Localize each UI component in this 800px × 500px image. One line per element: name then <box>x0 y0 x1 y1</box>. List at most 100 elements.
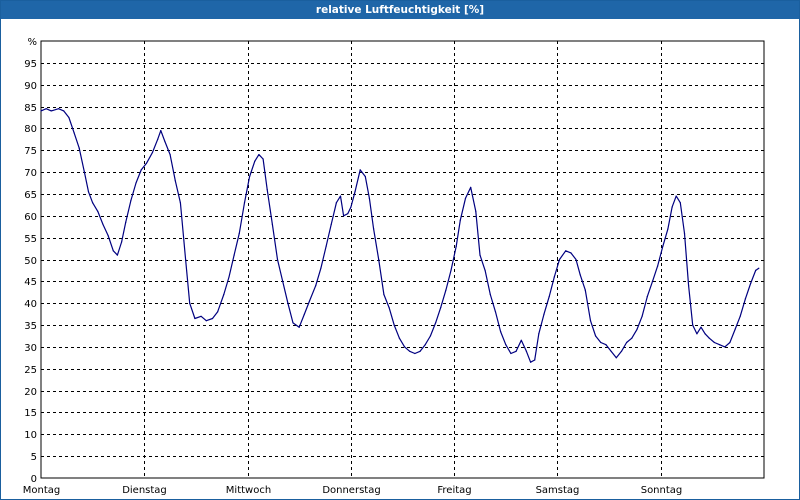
data-point <box>282 280 284 282</box>
data-point <box>692 324 694 326</box>
x-tick-day-label: Samstag <box>536 485 580 496</box>
y-tick-label: 10 <box>24 430 37 441</box>
data-point <box>679 202 681 204</box>
data-point <box>455 245 457 247</box>
data-point <box>589 320 592 322</box>
data-point <box>510 352 512 355</box>
y-tick-label: 90 <box>24 81 37 92</box>
data-point <box>185 258 187 261</box>
data-point <box>445 289 447 291</box>
data-point <box>464 197 467 199</box>
data-point <box>189 302 191 304</box>
data-point <box>160 130 162 132</box>
data-point <box>595 335 597 337</box>
data-point <box>107 234 109 237</box>
data-point <box>543 313 545 315</box>
data-point <box>223 293 225 296</box>
data-point <box>646 296 648 298</box>
data-point <box>515 350 517 352</box>
data-point <box>68 116 70 119</box>
data-point <box>298 326 300 328</box>
data-point <box>335 202 337 204</box>
data-point <box>424 344 426 346</box>
data-point <box>151 151 154 153</box>
data-point <box>343 215 345 217</box>
data-point <box>135 182 137 184</box>
y-tick-label: 50 <box>24 256 37 267</box>
y-tick-label: 35 <box>24 321 37 332</box>
data-point <box>262 158 264 160</box>
data-point <box>419 350 421 352</box>
data-point <box>315 285 317 287</box>
y-axis-ticks: 0 5 10 15 20 25 30 35 40 45 50 55 60 65 70 75 80 85 90 95% <box>24 37 37 485</box>
data-point <box>404 346 406 348</box>
data-point <box>671 206 673 208</box>
data-point <box>217 311 219 313</box>
y-unit-label: % <box>27 37 37 48</box>
data-point <box>615 357 617 359</box>
data-point <box>505 344 507 346</box>
y-tick-label: 75 <box>24 146 37 157</box>
data-point <box>750 282 752 285</box>
data-point <box>73 132 75 134</box>
y-tick-label: 0 <box>31 474 37 485</box>
x-tick-day-label: Montag <box>23 485 60 496</box>
data-point <box>266 189 268 191</box>
data-point <box>249 175 251 178</box>
y-tick-label: 25 <box>24 365 37 376</box>
data-point <box>112 250 114 252</box>
data-point <box>755 269 757 271</box>
data-point <box>116 254 118 256</box>
data-point <box>393 324 395 326</box>
data-point <box>350 206 352 208</box>
data-point <box>347 213 349 215</box>
y-tick-label: 40 <box>24 299 37 310</box>
data-point <box>378 258 380 261</box>
data-point <box>620 350 623 352</box>
data-point <box>651 280 654 282</box>
data-point <box>303 313 305 315</box>
data-point <box>359 169 361 171</box>
y-tick-label: 30 <box>24 343 37 354</box>
data-point <box>708 337 710 339</box>
chart-title: relative Luftfeuchtigkeit [%] <box>1 1 799 19</box>
data-point <box>719 344 721 346</box>
data-point <box>700 326 702 328</box>
data-point <box>696 333 698 335</box>
y-tick-label: 45 <box>24 277 37 288</box>
y-tick-label: 55 <box>24 234 37 245</box>
data-point <box>475 210 477 212</box>
data-point <box>40 110 42 112</box>
data-point <box>520 339 522 341</box>
y-tick-label: 65 <box>24 190 37 201</box>
data-point <box>500 331 502 333</box>
data-point <box>292 322 294 324</box>
data-point <box>688 285 690 287</box>
data-point <box>157 138 159 140</box>
data-point <box>125 221 127 223</box>
data-point <box>558 258 561 261</box>
data-point <box>657 265 659 267</box>
data-point <box>373 228 375 230</box>
data-point <box>368 197 370 199</box>
data-point <box>675 195 677 197</box>
data-point <box>570 252 572 254</box>
y-tick-label: 80 <box>24 124 37 135</box>
data-point <box>724 346 726 348</box>
data-point <box>489 293 491 296</box>
data-point <box>409 350 411 352</box>
data-point <box>45 108 47 110</box>
x-tick-day-label: Sonntag <box>641 485 683 496</box>
data-point <box>330 223 332 226</box>
data-point <box>130 199 132 202</box>
data-point <box>50 110 52 112</box>
data-point <box>164 140 166 143</box>
data-point <box>605 344 607 346</box>
data-point <box>78 147 80 149</box>
y-tick-label: 20 <box>24 387 37 398</box>
data-point <box>744 298 747 300</box>
data-point <box>435 322 437 324</box>
data-point <box>553 276 555 278</box>
data-point <box>758 267 760 269</box>
chart-window: relative Luftfeuchtigkeit [%] 0 5 10 15 20 25… <box>0 0 800 500</box>
